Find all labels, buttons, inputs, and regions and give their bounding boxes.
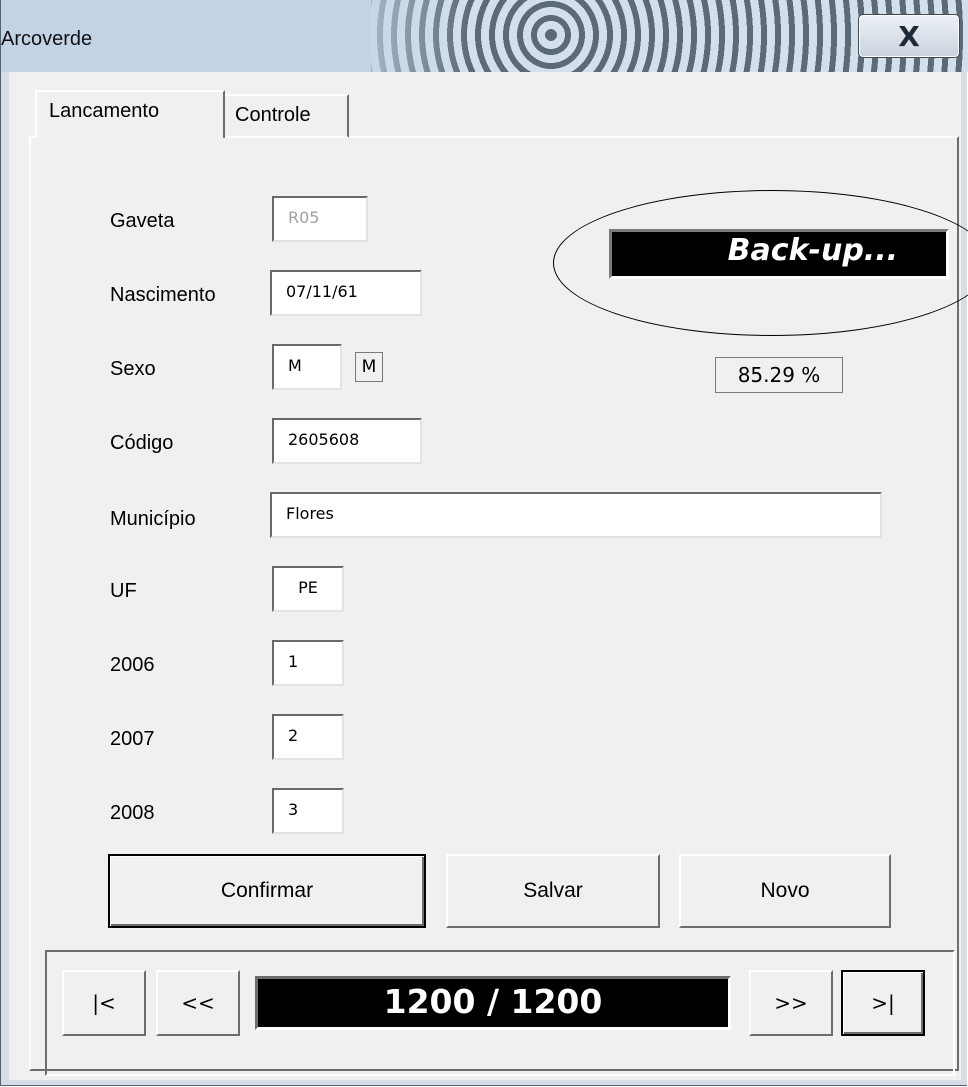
title-bar[interactable]: Arcoverde X bbox=[1, 0, 968, 72]
salvar-button[interactable]: Salvar bbox=[446, 854, 660, 928]
record-counter: 1200 / 1200 bbox=[255, 976, 731, 1030]
uf-label: UF bbox=[110, 580, 137, 602]
year-2008-label: 2008 bbox=[110, 802, 155, 824]
nascimento-label: Nascimento bbox=[110, 284, 216, 306]
gaveta-label: Gaveta bbox=[110, 210, 175, 232]
progress-percent-label: 85.29 % bbox=[715, 357, 843, 393]
close-icon: X bbox=[898, 19, 920, 53]
close-button[interactable]: X bbox=[858, 14, 960, 58]
year-2007-label: 2007 bbox=[110, 728, 155, 750]
uf-field[interactable]: PE bbox=[272, 566, 344, 612]
year-2007-field[interactable]: 2 bbox=[272, 714, 344, 760]
sexo-field[interactable]: M bbox=[272, 344, 342, 390]
backup-status-display: Back-up... bbox=[609, 229, 949, 279]
tab-lancamento[interactable]: Lancamento bbox=[35, 90, 225, 138]
app-window: Arcoverde X Lancamento Controle Back-up.… bbox=[0, 0, 968, 1086]
dialog-client-area: Lancamento Controle Back-up... 85.29 % G… bbox=[9, 72, 968, 1080]
year-2008-field[interactable]: 3 bbox=[272, 788, 344, 834]
sexo-display: M bbox=[355, 352, 383, 382]
next-record-button[interactable]: >> bbox=[749, 970, 833, 1036]
sexo-label: Sexo bbox=[110, 358, 156, 380]
first-record-button[interactable]: |< bbox=[62, 970, 146, 1036]
novo-button[interactable]: Novo bbox=[679, 854, 891, 928]
municipio-field[interactable]: Flores bbox=[270, 492, 882, 538]
gaveta-field[interactable]: R05 bbox=[272, 196, 368, 242]
previous-record-button[interactable]: << bbox=[156, 970, 240, 1036]
confirmar-button[interactable]: Confirmar bbox=[108, 854, 426, 928]
nascimento-field[interactable]: 07/11/61 bbox=[270, 270, 422, 316]
codigo-label: Código bbox=[110, 432, 174, 454]
last-record-button[interactable]: >| bbox=[841, 970, 925, 1036]
year-2006-label: 2006 bbox=[110, 654, 155, 676]
municipio-label: Município bbox=[110, 508, 196, 530]
window-title: Arcoverde bbox=[1, 28, 93, 50]
tab-controle[interactable]: Controle bbox=[221, 94, 349, 138]
codigo-field[interactable]: 2605608 bbox=[272, 418, 422, 464]
year-2006-field[interactable]: 1 bbox=[272, 640, 344, 686]
